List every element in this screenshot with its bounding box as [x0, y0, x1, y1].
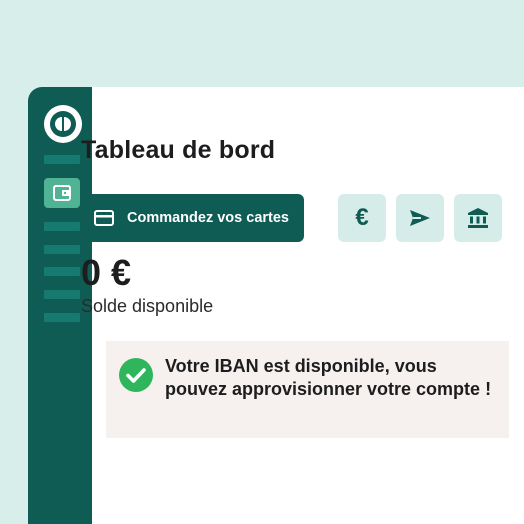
sidebar-item-wallet[interactable]: [44, 178, 80, 208]
check-circle-icon: [119, 358, 153, 392]
bank-button[interactable]: [454, 194, 502, 242]
credit-card-icon: [94, 210, 114, 226]
sidebar-item-6[interactable]: [44, 313, 80, 322]
euro-button[interactable]: €: [338, 194, 386, 242]
sidebar-item-3[interactable]: [44, 245, 80, 254]
send-icon: [410, 210, 430, 226]
balance-label: Solde disponible: [81, 296, 214, 316]
balance-amount: 0 €: [81, 252, 132, 293]
euro-icon: €: [355, 204, 369, 231]
order-cards-label: Commandez vos cartes: [127, 210, 289, 226]
page-title: Tableau de bord: [81, 136, 276, 164]
send-button[interactable]: [396, 194, 444, 242]
iban-notice: Votre IBAN est disponible, vous pouvez a…: [106, 341, 509, 438]
sidebar-item-2[interactable]: [44, 222, 80, 231]
bank-icon: [468, 208, 488, 228]
sidebar-item-4[interactable]: [44, 267, 80, 276]
order-cards-button[interactable]: Commandez vos cartes: [84, 194, 304, 242]
logo-icon[interactable]: [44, 105, 82, 143]
iban-notice-message: Votre IBAN est disponible, vous pouvez a…: [165, 356, 492, 399]
sidebar-item-1[interactable]: [44, 155, 80, 164]
sidebar-item-5[interactable]: [44, 290, 80, 299]
wallet-icon: [53, 185, 71, 201]
